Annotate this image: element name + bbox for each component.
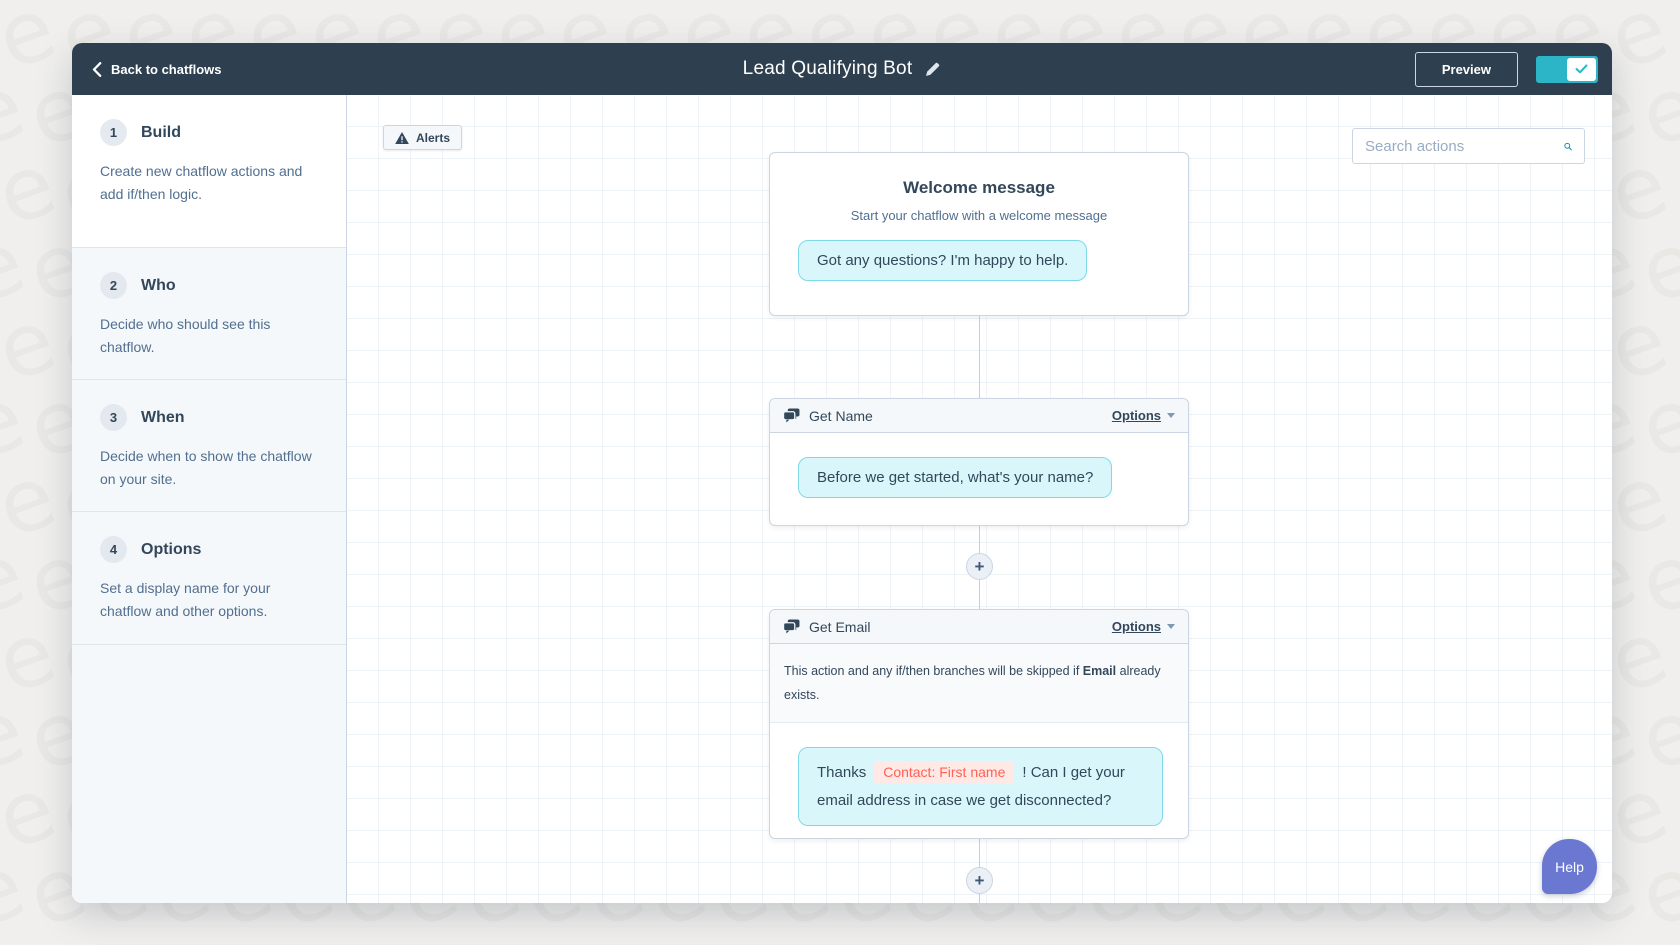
step-head: 1 Build — [100, 119, 318, 146]
search-icon[interactable] — [1564, 138, 1572, 155]
get-email-options-link[interactable]: Options — [1112, 619, 1175, 634]
chevron-down-icon — [1167, 624, 1175, 629]
steps-sidebar: 1 Build Create new chatflow actions and … — [72, 95, 347, 903]
top-bar-right: Preview — [1415, 52, 1598, 87]
get-email-card-body: ThanksContact: First name! Can I get you… — [770, 723, 1188, 827]
add-action-button[interactable]: + — [966, 867, 993, 894]
sidebar-step-build[interactable]: 1 Build Create new chatflow actions and … — [72, 95, 346, 248]
note-bold-field: Email — [1083, 664, 1116, 678]
step-head: 3 When — [100, 404, 318, 431]
title-wrap: Lead Qualifying Bot — [72, 58, 1612, 80]
warning-triangle-icon — [395, 132, 409, 144]
welcome-message-bubble[interactable]: Got any questions? I'm happy to help. — [798, 240, 1087, 281]
get-name-card-body: Before we get started, what's your name? — [770, 433, 1188, 498]
alerts-badge[interactable]: Alerts — [383, 125, 462, 150]
step-number-badge: 2 — [100, 272, 127, 299]
step-description: Create new chatflow actions and add if/t… — [100, 160, 318, 206]
publish-toggle-knob — [1567, 58, 1596, 81]
get-email-message-bubble[interactable]: ThanksContact: First name! Can I get you… — [798, 747, 1163, 827]
step-label: When — [141, 409, 185, 427]
message-text: Thanks — [817, 764, 866, 781]
sidebar-step-options[interactable]: 4 Options Set a display name for your ch… — [72, 512, 346, 644]
step-description: Set a display name for your chatflow and… — [100, 577, 318, 623]
welcome-card-title: Welcome message — [770, 178, 1188, 198]
get-name-card-title: Get Name — [809, 408, 873, 424]
chevron-down-icon — [1167, 413, 1175, 418]
chat-bubbles-icon — [783, 408, 800, 423]
chatflow-title: Lead Qualifying Bot — [743, 58, 913, 80]
app-body: 1 Build Create new chatflow actions and … — [72, 95, 1612, 903]
welcome-message-card[interactable]: Welcome message Start your chatflow with… — [769, 152, 1189, 316]
search-actions-box — [1352, 128, 1585, 164]
edit-title-pencil-icon[interactable] — [924, 61, 941, 78]
step-head: 4 Options — [100, 536, 318, 563]
back-to-chatflows-link[interactable]: Back to chatflows — [92, 62, 222, 77]
preview-button[interactable]: Preview — [1415, 52, 1518, 87]
options-label: Options — [1112, 619, 1161, 634]
alerts-label: Alerts — [416, 131, 450, 145]
top-bar: Back to chatflows Lead Qualifying Bot Pr… — [72, 43, 1612, 95]
note-text: This action and any if/then branches wil… — [784, 664, 1083, 678]
step-label: Who — [141, 277, 176, 295]
step-number-badge: 1 — [100, 119, 127, 146]
contact-first-name-token[interactable]: Contact: First name — [874, 761, 1014, 783]
get-email-card-title: Get Email — [809, 619, 870, 635]
get-email-card-header: Get Email Options — [770, 610, 1188, 644]
sidebar-filler — [72, 645, 346, 903]
get-name-card[interactable]: Get Name Options Before we get started, … — [769, 398, 1189, 526]
back-link-label: Back to chatflows — [111, 62, 222, 77]
flow-canvas[interactable]: Alerts Welcome message Start your chatfl… — [347, 95, 1612, 903]
step-description: Decide when to show the chatflow on your… — [100, 445, 318, 491]
welcome-card-subtitle: Start your chatflow with a welcome messa… — [770, 208, 1188, 223]
sidebar-step-when[interactable]: 3 When Decide when to show the chatflow … — [72, 380, 346, 512]
check-icon — [1575, 64, 1588, 74]
skip-condition-note: This action and any if/then branches wil… — [770, 644, 1188, 723]
publish-toggle[interactable] — [1536, 56, 1598, 83]
chatflow-builder-window: Back to chatflows Lead Qualifying Bot Pr… — [72, 43, 1612, 903]
step-label: Options — [141, 541, 201, 559]
options-label: Options — [1112, 408, 1161, 423]
sidebar-step-who[interactable]: 2 Who Decide who should see this chatflo… — [72, 248, 346, 380]
get-name-message-bubble[interactable]: Before we get started, what's your name? — [798, 457, 1112, 498]
search-actions-input[interactable] — [1365, 138, 1564, 155]
step-number-badge: 4 — [100, 536, 127, 563]
step-number-badge: 3 — [100, 404, 127, 431]
chevron-left-icon — [92, 62, 102, 77]
chat-bubbles-icon — [783, 619, 800, 634]
help-button[interactable]: Help — [1542, 839, 1597, 894]
step-label: Build — [141, 124, 181, 142]
get-name-card-header: Get Name Options — [770, 399, 1188, 433]
step-description: Decide who should see this chatflow. — [100, 313, 318, 359]
step-head: 2 Who — [100, 272, 318, 299]
get-email-card[interactable]: Get Email Options This action and any if… — [769, 609, 1189, 839]
get-name-options-link[interactable]: Options — [1112, 408, 1175, 423]
add-action-button[interactable]: + — [966, 553, 993, 580]
